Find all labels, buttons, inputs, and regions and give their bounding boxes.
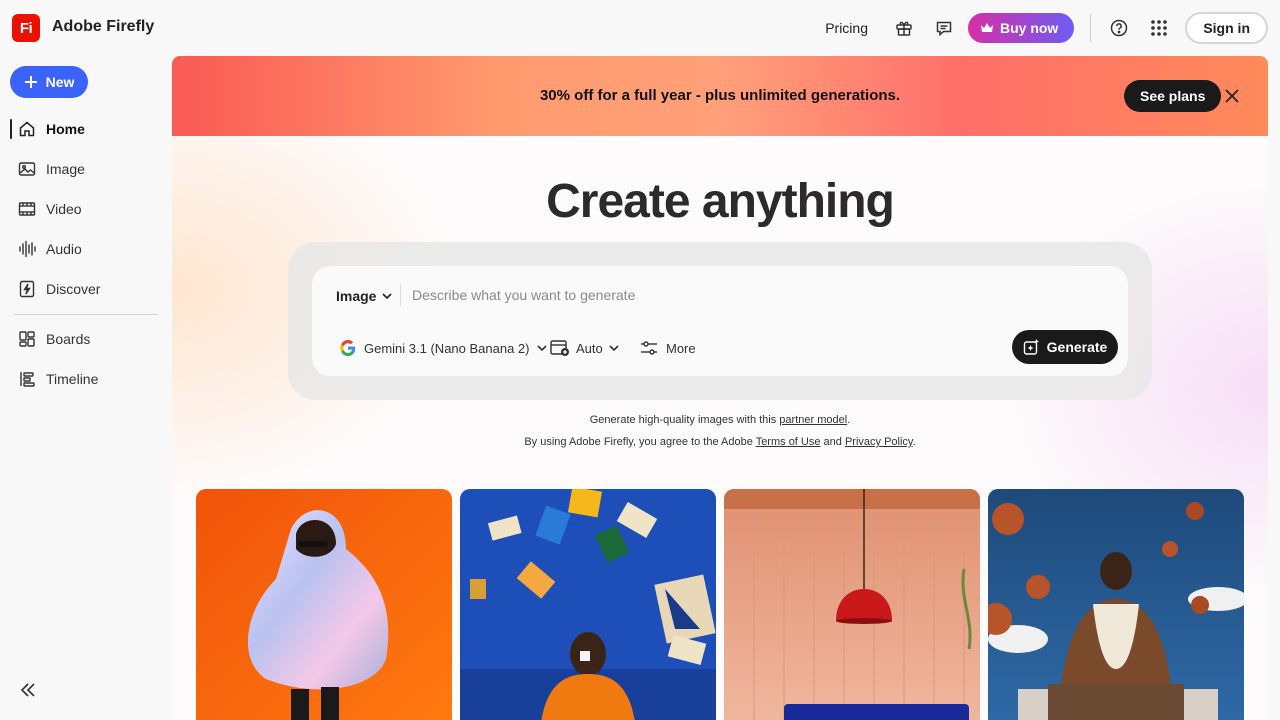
sidebar-item-discover[interactable]: Discover [10, 273, 160, 305]
image-icon [18, 162, 36, 176]
close-icon[interactable] [1220, 84, 1244, 108]
model-select[interactable]: Gemini 3.1 (Nano Banana 2) [340, 338, 548, 358]
gallery-card[interactable] [196, 489, 452, 720]
plus-icon [24, 76, 37, 88]
sidebar-item-timeline[interactable]: Timeline [10, 363, 160, 395]
prompt-box: Image Gemini 3.1 (Nano Banana 2) Auto [312, 266, 1128, 376]
legal-text: . [912, 436, 916, 448]
sidebar-item-image[interactable]: Image [10, 153, 160, 185]
generate-sparkle-icon [1023, 339, 1039, 355]
pricing-link[interactable]: Pricing [825, 20, 868, 36]
sidebar-item-label: Home [46, 121, 85, 137]
audio-icon [19, 240, 36, 258]
legal-text: . [847, 414, 851, 426]
sidebar-item-home[interactable]: Home [10, 113, 160, 145]
feedback-icon[interactable] [924, 12, 964, 44]
see-plans-button[interactable]: See plans [1124, 80, 1222, 112]
gallery-card[interactable] [460, 489, 716, 720]
buy-now-label: Buy now [999, 20, 1059, 36]
prompt-divider [400, 284, 401, 306]
timeline-icon [20, 372, 35, 387]
sidebar-item-video[interactable]: Video [10, 193, 160, 225]
sidebar-divider [14, 314, 158, 315]
terms-notice: By using Adobe Firefly, you agree to the… [172, 436, 1268, 448]
media-type-label: Image [336, 288, 377, 304]
legal-text: Generate high-quality images with this [589, 414, 780, 426]
new-button-label: New [45, 74, 75, 90]
partner-model-notice: Generate high-quality images with this p… [172, 414, 1268, 426]
chevron-down-icon [609, 344, 619, 351]
top-bar: Fi Adobe Firefly Pricing Buy now Sign in [0, 0, 1280, 56]
promo-banner: 30% off for a full year - plus unlimited… [172, 56, 1268, 136]
media-type-select[interactable]: Image [336, 286, 393, 306]
legal-text: By using Adobe Firefly, you agree to the… [524, 436, 756, 448]
gallery-card[interactable] [724, 489, 980, 720]
generate-label: Generate [1046, 339, 1108, 355]
sidebar-item-audio[interactable]: Audio [10, 233, 160, 265]
aspect-label: Auto [576, 340, 603, 356]
boards-icon [19, 331, 35, 347]
sidebar-item-label: Boards [46, 331, 91, 347]
aspect-ratio-icon [550, 340, 569, 356]
collapse-sidebar-icon[interactable] [16, 678, 40, 702]
crown-icon [980, 23, 993, 32]
sidebar-item-label: Discover [46, 281, 101, 297]
firefly-logo[interactable]: Fi [12, 14, 40, 42]
generate-button[interactable]: Generate [1012, 330, 1118, 364]
aspect-ratio-select[interactable]: Auto [550, 338, 619, 358]
terms-of-use-link[interactable]: Terms of Use [756, 436, 821, 448]
page-title: Create anything [546, 175, 895, 228]
sign-in-button[interactable]: Sign in [1185, 12, 1268, 44]
more-label: More [666, 340, 696, 356]
promo-text: 30% off for a full year - plus unlimited… [539, 87, 901, 104]
sidebar-item-boards[interactable]: Boards [10, 323, 160, 355]
buy-now-button[interactable]: Buy now [967, 13, 1075, 43]
sidebar-item-label: Audio [46, 241, 82, 257]
google-icon [340, 340, 356, 356]
sidebar-item-label: Timeline [46, 371, 99, 387]
sidebar-item-label: Video [46, 201, 82, 217]
legal-text: and [820, 436, 845, 448]
prompt-panel: Image Gemini 3.1 (Nano Banana 2) Auto [288, 242, 1152, 400]
sliders-icon [641, 341, 657, 355]
top-right-actions: Pricing Buy now Sign in [825, 12, 1268, 44]
more-settings-button[interactable]: More [640, 338, 696, 358]
privacy-policy-link[interactable]: Privacy Policy [845, 436, 913, 448]
prompt-input[interactable] [412, 282, 1012, 308]
chevron-down-icon [382, 292, 393, 299]
discover-icon [19, 280, 35, 298]
sidebar: New Home Image Video Audio Discover Boar… [0, 56, 172, 720]
help-icon[interactable] [1099, 12, 1139, 44]
inspiration-gallery [196, 489, 1244, 720]
app-title[interactable]: Adobe Firefly [52, 18, 154, 36]
chevron-down-icon [537, 344, 548, 351]
main-content: 30% off for a full year - plus unlimited… [172, 56, 1268, 720]
gallery-card[interactable] [988, 489, 1244, 720]
partner-model-link[interactable]: partner model [779, 414, 847, 426]
model-label: Gemini 3.1 (Nano Banana 2) [364, 340, 530, 356]
video-icon [18, 202, 36, 216]
home-icon [19, 121, 35, 137]
gift-icon[interactable] [884, 12, 924, 44]
sidebar-item-label: Image [46, 161, 85, 177]
topbar-divider [1090, 14, 1092, 42]
apps-grid-icon[interactable] [1139, 12, 1179, 44]
new-button[interactable]: New [10, 66, 88, 98]
